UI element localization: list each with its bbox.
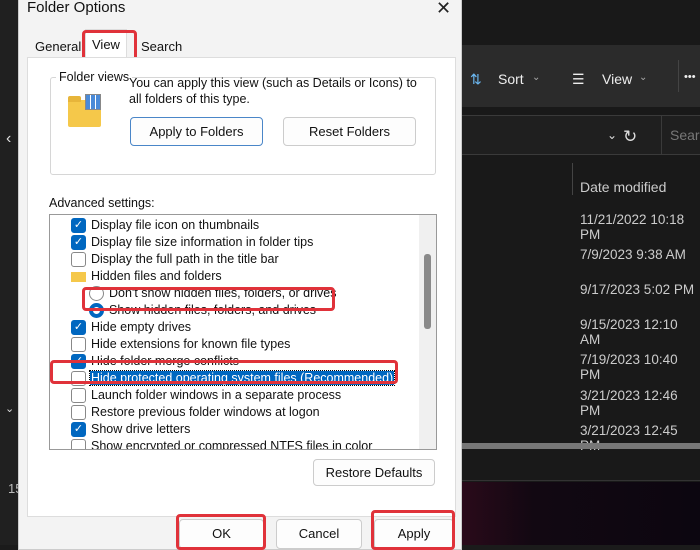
- view-icon: ☰: [572, 71, 585, 87]
- highlight-box: [371, 510, 455, 550]
- checkbox[interactable]: ✓: [71, 422, 86, 437]
- status-divider: [462, 480, 700, 481]
- setting-hide-empty-drives[interactable]: ✓ Hide empty drives: [50, 319, 191, 336]
- setting-hidden-files-group: Hidden files and folders: [50, 268, 222, 285]
- tab-search[interactable]: Search: [135, 31, 188, 57]
- folder-views-label: Folder views: [56, 70, 133, 84]
- more-button[interactable]: •••: [684, 71, 696, 83]
- chevron-down-icon: ⌄: [532, 72, 541, 83]
- date-cell: 7/19/2023 10:40 PM: [580, 352, 678, 382]
- setting-separate-process[interactable]: Launch folder windows in a separate proc…: [50, 387, 341, 404]
- setting-show-drive-letters[interactable]: ✓ Show drive letters: [50, 421, 190, 438]
- checkbox[interactable]: [71, 405, 86, 420]
- scrollbar-thumb[interactable]: [424, 254, 431, 329]
- checkbox[interactable]: ✓: [71, 235, 86, 250]
- checkbox[interactable]: ✓: [71, 218, 86, 233]
- highlight-box: [50, 360, 398, 384]
- date-cell: 7/9/2023 9:38 AM: [580, 247, 686, 262]
- setting-display-file-size[interactable]: ✓ Display file size information in folder…: [50, 234, 313, 251]
- checkbox[interactable]: ✓: [71, 320, 86, 335]
- reset-folders-button[interactable]: Reset Folders: [283, 117, 416, 146]
- setting-ntfs-color[interactable]: Show encrypted or compressed NTFS files …: [50, 438, 372, 449]
- checkbox[interactable]: [71, 439, 86, 449]
- view-tab-panel: Folder views You can apply this view (su…: [27, 57, 456, 517]
- folder-view-icon: [68, 94, 101, 127]
- close-icon[interactable]: ✕: [436, 0, 451, 19]
- background-window-edge: ‹ ⌄ 15: [0, 0, 22, 545]
- address-bar[interactable]: [462, 115, 674, 155]
- toolbar-divider: [678, 60, 679, 92]
- file-explorer-window: ⇅ Sort ⌄ ☰ View ⌄ ••• ⌄ ↻ Search Date mo…: [462, 0, 700, 545]
- back-arrow-icon[interactable]: ‹: [6, 130, 11, 148]
- folder-icon: [71, 272, 86, 282]
- chevron-down-icon[interactable]: ⌄: [5, 402, 14, 415]
- checkbox[interactable]: [71, 337, 86, 352]
- advanced-settings-list[interactable]: ✓ Display file icon on thumbnails ✓ Displa…: [49, 214, 437, 450]
- restore-defaults-button[interactable]: Restore Defaults: [313, 459, 435, 486]
- date-cell: 9/17/2023 5:02 PM: [580, 282, 695, 297]
- column-header-date-modified[interactable]: Date modified: [580, 179, 666, 195]
- highlight-box: [82, 287, 335, 311]
- apply-to-folders-button[interactable]: Apply to Folders: [130, 117, 263, 146]
- checkbox[interactable]: [71, 388, 86, 403]
- sort-button[interactable]: Sort: [498, 71, 524, 87]
- sort-icon: ⇅: [470, 71, 482, 87]
- setting-display-file-icon[interactable]: ✓ Display file icon on thumbnails: [50, 217, 259, 234]
- search-input[interactable]: Search: [661, 115, 700, 155]
- advanced-settings-label: Advanced settings:: [49, 196, 155, 210]
- address-dropdown-icon[interactable]: ⌄: [607, 128, 617, 142]
- vertical-scrollbar[interactable]: [419, 215, 436, 449]
- dialog-title: Folder Options: [27, 0, 126, 16]
- folder-views-description: You can apply this view (such as Details…: [129, 76, 417, 106]
- folder-options-dialog: Folder Options ✕ General View Search Fol…: [18, 0, 462, 550]
- column-divider[interactable]: [572, 163, 573, 195]
- date-cell: 11/21/2022 10:18 PM: [580, 212, 685, 242]
- checkbox[interactable]: [71, 252, 86, 267]
- desktop-wallpaper: [462, 482, 700, 545]
- chevron-down-icon: ⌄: [639, 72, 648, 83]
- refresh-icon[interactable]: ↻: [623, 127, 637, 147]
- date-cell: 3/21/2023 12:46 PM: [580, 388, 678, 418]
- setting-hide-extensions[interactable]: Hide extensions for known file types: [50, 336, 290, 353]
- date-cell: 9/15/2023 12:10 AM: [580, 317, 678, 347]
- horizontal-scrollbar[interactable]: [462, 443, 700, 449]
- setting-restore-windows[interactable]: Restore previous folder windows at logon: [50, 404, 320, 421]
- tab-general[interactable]: General: [29, 31, 87, 57]
- setting-display-full-path[interactable]: Display the full path in the title bar: [50, 251, 279, 268]
- view-button[interactable]: View: [602, 71, 632, 87]
